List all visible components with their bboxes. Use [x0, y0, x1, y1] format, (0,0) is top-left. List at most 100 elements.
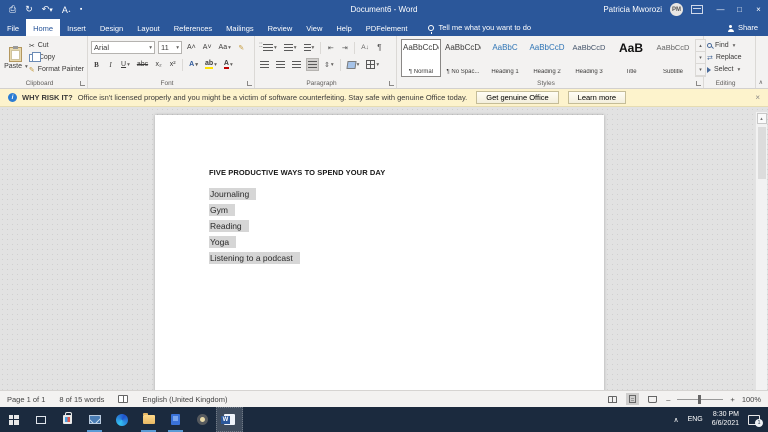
share-button[interactable]: Share: [728, 19, 768, 36]
style-normal[interactable]: AaBbCcDc ¶ Normal: [401, 39, 441, 77]
read-mode-button[interactable]: [606, 393, 619, 405]
highlight-color-button[interactable]: ab▾: [203, 58, 219, 71]
decrease-indent-button[interactable]: ⇤: [325, 41, 336, 54]
word-taskbar-button[interactable]: [216, 407, 243, 432]
tab-home[interactable]: Home: [26, 19, 60, 36]
sort-button[interactable]: A↓: [359, 41, 371, 54]
copy-button[interactable]: Copy: [29, 52, 84, 63]
paragraph-dialog-launcher-icon[interactable]: [389, 81, 394, 86]
font-family-select[interactable]: Arial▾: [91, 41, 155, 54]
zoom-slider[interactable]: [677, 399, 723, 400]
clipboard-dialog-launcher-icon[interactable]: [80, 81, 85, 86]
align-left-button[interactable]: [258, 58, 271, 71]
font-color-button[interactable]: A▾: [222, 58, 235, 71]
justify-button[interactable]: [306, 58, 319, 71]
italic-button[interactable]: I: [105, 58, 116, 71]
select-button[interactable]: Select▾: [707, 64, 742, 75]
show-hide-paragraph-button[interactable]: ¶: [374, 41, 385, 54]
dismiss-warning-icon[interactable]: ×: [755, 93, 760, 102]
document-page[interactable]: FIVE PRODUCTIVE WAYS TO SPEND YOUR DAY J…: [155, 115, 604, 390]
zoom-level[interactable]: 100%: [742, 395, 761, 404]
style-subtitle[interactable]: AaBbCcD Subtitle: [653, 39, 693, 77]
font-size-select[interactable]: 11▾: [158, 41, 182, 54]
tab-layout[interactable]: Layout: [130, 19, 167, 36]
style-heading-1[interactable]: AaBbC Heading 1: [485, 39, 525, 77]
web-layout-button[interactable]: [646, 393, 659, 405]
text-effects-button[interactable]: A▾: [187, 58, 200, 71]
collapse-ribbon-icon[interactable]: ∧: [759, 79, 763, 86]
format-painter-button[interactable]: ✎ Format Painter: [29, 64, 84, 75]
find-button[interactable]: Find▾: [707, 40, 742, 51]
zoom-slider-thumb[interactable]: [698, 395, 701, 404]
doc-line-podcast[interactable]: Listening to a podcast: [209, 253, 564, 269]
doc-line-reading[interactable]: Reading: [209, 221, 564, 237]
scroll-up-icon[interactable]: ▴: [757, 113, 767, 124]
redo-icon[interactable]: ↻: [25, 4, 33, 15]
style-heading-3[interactable]: AaBbCcD Heading 3: [569, 39, 609, 77]
tab-design[interactable]: Design: [93, 19, 130, 36]
style-heading-2[interactable]: AaBbCcD Heading 2: [527, 39, 567, 77]
tab-help[interactable]: Help: [329, 19, 358, 36]
strikethrough-button[interactable]: abc: [135, 58, 150, 71]
ribbon-display-options-icon[interactable]: [691, 5, 703, 14]
tell-me-box[interactable]: Tell me what you want to do: [428, 19, 531, 36]
get-genuine-office-button[interactable]: Get genuine Office: [476, 91, 558, 104]
print-layout-button[interactable]: [626, 393, 639, 405]
multilevel-list-button[interactable]: ▾: [302, 41, 317, 54]
edge-button[interactable]: [108, 407, 135, 432]
subscript-button[interactable]: x₂: [153, 58, 164, 71]
document-heading[interactable]: FIVE PRODUCTIVE WAYS TO SPEND YOUR DAY: [209, 168, 564, 177]
tab-references[interactable]: References: [167, 19, 219, 36]
clock[interactable]: 8:30 PM 6/6/2021: [712, 411, 739, 428]
tab-review[interactable]: Review: [261, 19, 300, 36]
tab-mailings[interactable]: Mailings: [219, 19, 261, 36]
close-button[interactable]: ×: [749, 0, 768, 19]
grow-font-icon[interactable]: A˔: [62, 5, 71, 15]
notification-center-icon[interactable]: 1: [748, 415, 760, 425]
word-count[interactable]: 8 of 15 words: [59, 395, 104, 404]
tab-file[interactable]: File: [0, 19, 26, 36]
language-indicator[interactable]: English (United Kingdom): [142, 395, 227, 404]
scrollbar-thumb[interactable]: [758, 127, 766, 179]
style-no-spacing[interactable]: AaBbCcDc ¶ No Spac...: [443, 39, 483, 77]
page-indicator[interactable]: Page 1 of 1: [7, 395, 45, 404]
doc-line-gym[interactable]: Gym: [209, 205, 564, 221]
line-spacing-button[interactable]: ⇕▾: [322, 58, 336, 71]
clear-formatting-icon[interactable]: ✎: [236, 41, 247, 54]
tab-pdfelement[interactable]: PDFelement: [359, 19, 415, 36]
borders-button[interactable]: ▾: [364, 58, 381, 71]
task-view-button[interactable]: [27, 407, 54, 432]
vertical-scrollbar[interactable]: ▴: [755, 112, 767, 390]
styles-dialog-launcher-icon[interactable]: [696, 81, 701, 86]
replace-button[interactable]: ⇄ Replace: [707, 52, 742, 63]
superscript-button[interactable]: x²: [167, 58, 178, 71]
zoom-out-icon[interactable]: –: [666, 395, 670, 404]
doc-line-yoga[interactable]: Yoga: [209, 237, 564, 253]
underline-button[interactable]: U▾: [119, 58, 132, 71]
bold-button[interactable]: B: [91, 58, 102, 71]
doc-line-journaling[interactable]: Journaling: [209, 189, 564, 205]
show-hidden-icons[interactable]: ∧: [673, 416, 678, 424]
microsoft-store-button[interactable]: [54, 407, 81, 432]
shrink-font-button[interactable]: A˅: [201, 41, 214, 54]
align-right-button[interactable]: [290, 58, 303, 71]
language-switcher[interactable]: ENG: [688, 416, 703, 423]
cut-button[interactable]: ✂ Cut: [29, 40, 84, 51]
file-explorer-button[interactable]: [135, 407, 162, 432]
numbering-button[interactable]: ▾: [282, 41, 299, 54]
restore-button[interactable]: □: [730, 0, 749, 19]
style-title[interactable]: AaB Title: [611, 39, 651, 77]
save-icon[interactable]: ⎙: [9, 4, 16, 15]
learn-more-button[interactable]: Learn more: [568, 91, 626, 104]
blue-app-button[interactable]: [162, 407, 189, 432]
shading-button[interactable]: ▾: [345, 58, 362, 71]
change-case-button[interactable]: Aa▾: [217, 41, 233, 54]
customize-qat-icon[interactable]: ▪: [80, 6, 82, 13]
increase-indent-button[interactable]: ⇥: [339, 41, 350, 54]
align-center-button[interactable]: [274, 58, 287, 71]
user-name[interactable]: Patricia Mworozi: [603, 5, 662, 14]
font-dialog-launcher-icon[interactable]: [247, 81, 252, 86]
zoom-in-icon[interactable]: +: [730, 395, 734, 404]
start-button[interactable]: [0, 407, 27, 432]
mail-button[interactable]: [81, 407, 108, 432]
